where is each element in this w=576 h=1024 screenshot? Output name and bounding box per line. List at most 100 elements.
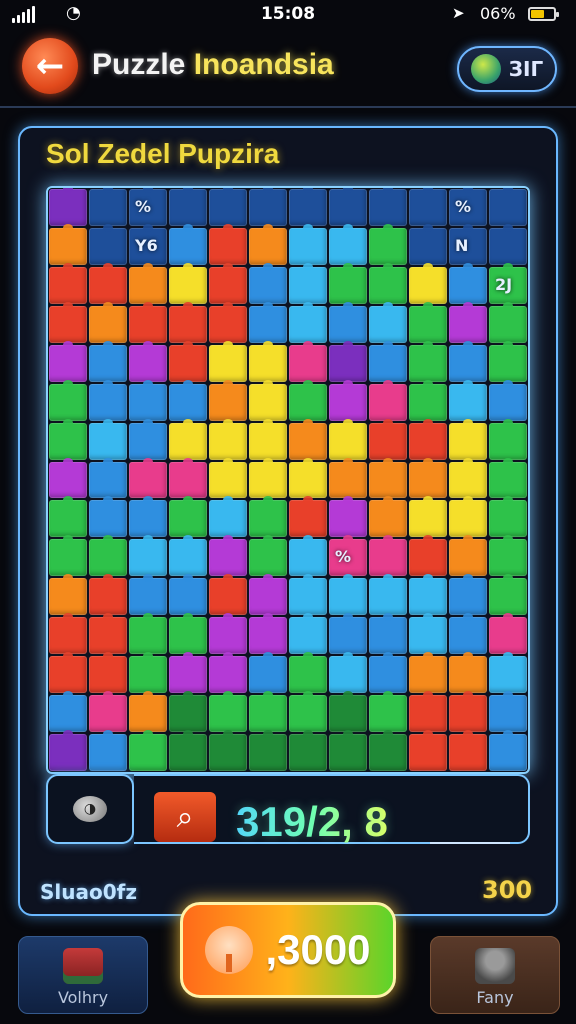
puzzle-piece[interactable] (89, 418, 127, 460)
puzzle-piece[interactable] (489, 535, 527, 577)
puzzle-piece[interactable] (89, 379, 127, 421)
puzzle-piece[interactable] (409, 652, 447, 694)
puzzle-piece[interactable] (449, 457, 487, 499)
puzzle-piece[interactable] (409, 730, 447, 771)
puzzle-piece[interactable] (129, 691, 167, 733)
puzzle-piece[interactable] (369, 379, 407, 421)
puzzle-piece[interactable]: Y6 (129, 223, 167, 265)
puzzle-piece[interactable]: % (329, 535, 367, 577)
puzzle-piece[interactable] (49, 535, 87, 577)
puzzle-piece[interactable] (489, 418, 527, 460)
puzzle-piece[interactable] (449, 301, 487, 343)
puzzle-piece[interactable] (49, 691, 87, 733)
puzzle-piece[interactable] (89, 496, 127, 538)
puzzle-piece[interactable] (209, 496, 247, 538)
puzzle-piece[interactable] (129, 301, 167, 343)
puzzle-piece[interactable] (169, 418, 207, 460)
puzzle-piece[interactable] (209, 730, 247, 771)
puzzle-piece[interactable] (489, 188, 527, 226)
puzzle-piece[interactable] (369, 574, 407, 616)
puzzle-piece[interactable] (329, 301, 367, 343)
right-nav-button[interactable]: Fany (430, 936, 560, 1014)
puzzle-piece[interactable] (329, 379, 367, 421)
puzzle-piece[interactable] (49, 379, 87, 421)
puzzle-piece[interactable] (89, 188, 127, 226)
puzzle-piece[interactable] (89, 301, 127, 343)
puzzle-piece[interactable] (489, 613, 527, 655)
puzzle-piece[interactable] (489, 301, 527, 343)
puzzle-piece[interactable] (369, 188, 407, 226)
puzzle-piece[interactable] (369, 535, 407, 577)
puzzle-piece[interactable] (249, 496, 287, 538)
puzzle-piece[interactable] (89, 457, 127, 499)
left-nav-button[interactable]: Volhry (18, 936, 148, 1014)
puzzle-piece[interactable] (369, 223, 407, 265)
puzzle-piece[interactable] (49, 574, 87, 616)
puzzle-piece[interactable] (169, 730, 207, 771)
puzzle-piece[interactable] (169, 379, 207, 421)
puzzle-piece[interactable] (329, 262, 367, 304)
puzzle-piece[interactable] (409, 613, 447, 655)
puzzle-piece[interactable] (129, 535, 167, 577)
puzzle-piece[interactable] (489, 730, 527, 771)
puzzle-piece[interactable] (289, 262, 327, 304)
puzzle-piece[interactable] (329, 730, 367, 771)
puzzle-piece[interactable] (129, 496, 167, 538)
puzzle-piece[interactable] (209, 301, 247, 343)
puzzle-piece[interactable] (249, 262, 287, 304)
puzzle-piece[interactable] (209, 188, 247, 226)
puzzle-piece[interactable] (329, 496, 367, 538)
puzzle-piece[interactable] (249, 223, 287, 265)
puzzle-piece[interactable] (169, 652, 207, 694)
puzzle-piece[interactable] (289, 418, 327, 460)
puzzle-piece[interactable] (129, 652, 167, 694)
puzzle-piece[interactable] (489, 574, 527, 616)
puzzle-piece[interactable] (169, 574, 207, 616)
puzzle-piece[interactable] (369, 340, 407, 382)
puzzle-piece[interactable] (489, 652, 527, 694)
puzzle-piece[interactable] (369, 730, 407, 771)
puzzle-piece[interactable] (169, 496, 207, 538)
puzzle-piece[interactable] (369, 262, 407, 304)
puzzle-piece[interactable] (369, 652, 407, 694)
puzzle-piece[interactable]: % (129, 188, 167, 226)
puzzle-piece[interactable] (449, 691, 487, 733)
puzzle-piece[interactable] (49, 340, 87, 382)
puzzle-piece[interactable] (329, 652, 367, 694)
puzzle-piece[interactable] (369, 691, 407, 733)
puzzle-piece[interactable] (89, 340, 127, 382)
puzzle-piece[interactable] (449, 730, 487, 771)
puzzle-piece[interactable] (329, 613, 367, 655)
puzzle-piece[interactable] (249, 301, 287, 343)
puzzle-piece[interactable] (209, 574, 247, 616)
puzzle-piece[interactable] (89, 652, 127, 694)
puzzle-piece[interactable] (169, 301, 207, 343)
puzzle-piece[interactable] (49, 496, 87, 538)
puzzle-piece[interactable] (409, 340, 447, 382)
puzzle-piece[interactable] (249, 691, 287, 733)
puzzle-piece[interactable] (329, 418, 367, 460)
puzzle-piece[interactable] (49, 418, 87, 460)
puzzle-piece[interactable] (409, 535, 447, 577)
puzzle-piece[interactable] (249, 652, 287, 694)
puzzle-piece[interactable] (289, 730, 327, 771)
puzzle-piece[interactable] (209, 613, 247, 655)
puzzle-piece[interactable] (209, 262, 247, 304)
puzzle-piece[interactable] (249, 379, 287, 421)
puzzle-piece[interactable] (289, 188, 327, 226)
puzzle-piece[interactable] (449, 652, 487, 694)
puzzle-piece[interactable] (249, 188, 287, 226)
puzzle-piece[interactable]: N (449, 223, 487, 265)
puzzle-piece[interactable] (289, 301, 327, 343)
puzzle-piece[interactable] (49, 613, 87, 655)
puzzle-piece[interactable] (369, 496, 407, 538)
puzzle-piece[interactable] (89, 691, 127, 733)
puzzle-piece[interactable] (129, 457, 167, 499)
puzzle-piece[interactable] (369, 418, 407, 460)
puzzle-piece[interactable] (249, 418, 287, 460)
puzzle-piece[interactable] (49, 188, 87, 226)
puzzle-piece[interactable] (89, 574, 127, 616)
puzzle-piece[interactable] (169, 188, 207, 226)
puzzle-piece[interactable] (209, 418, 247, 460)
puzzle-piece[interactable] (169, 691, 207, 733)
